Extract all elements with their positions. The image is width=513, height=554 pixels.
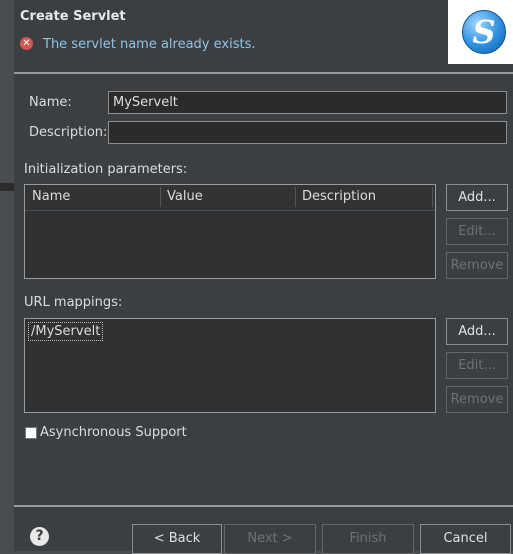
column-divider	[160, 187, 161, 207]
description-label: Description:	[29, 125, 108, 140]
finish-button[interactable]: Finish	[322, 524, 414, 554]
footer-separator	[14, 505, 513, 507]
column-divider	[295, 187, 296, 207]
dialog-header: Create Servlet ✕ The servlet name alread…	[14, 0, 513, 72]
description-field[interactable]	[108, 121, 507, 144]
back-button[interactable]: < Back	[132, 524, 222, 554]
servlet-logo-icon: S	[462, 10, 506, 54]
url-edit-button[interactable]: Edit...	[446, 352, 508, 379]
name-field[interactable]: MyServelt	[108, 91, 507, 114]
url-add-button[interactable]: Add...	[446, 318, 508, 345]
create-servlet-dialog: Create Servlet ✕ The servlet name alread…	[14, 0, 513, 554]
header-separator	[14, 72, 513, 74]
url-mappings-label: URL mappings:	[24, 295, 123, 310]
init-remove-button[interactable]: Remove	[446, 252, 508, 279]
column-value[interactable]: Value	[167, 189, 203, 204]
column-description[interactable]: Description	[302, 189, 376, 204]
help-icon[interactable]: ?	[30, 527, 49, 546]
next-button[interactable]: Next >	[224, 524, 316, 554]
background-window-strip	[0, 0, 14, 551]
name-label: Name:	[29, 95, 72, 110]
url-remove-button[interactable]: Remove	[446, 386, 508, 413]
dialog-title: Create Servlet	[20, 9, 126, 24]
init-params-table[interactable]: Name Value Description	[24, 184, 436, 279]
init-params-label: Initialization parameters:	[24, 162, 188, 177]
url-mappings-list[interactable]: /MyServelt	[24, 318, 436, 413]
init-add-button[interactable]: Add...	[446, 184, 508, 211]
wizard-logo: S	[448, 0, 513, 64]
init-edit-button[interactable]: Edit...	[446, 218, 508, 245]
background-window-edge	[0, 183, 14, 191]
init-params-header: Name Value Description	[25, 185, 435, 211]
async-support-checkbox[interactable]	[25, 427, 37, 439]
error-message: The servlet name already exists.	[43, 37, 256, 52]
list-item[interactable]: /MyServelt	[28, 322, 104, 341]
cancel-button[interactable]: Cancel	[420, 524, 511, 554]
error-icon: ✕	[20, 37, 33, 50]
logo-letter: S	[472, 13, 496, 51]
async-support-label[interactable]: Asynchronous Support	[40, 425, 187, 440]
column-name[interactable]: Name	[32, 189, 70, 204]
column-divider	[432, 187, 433, 207]
